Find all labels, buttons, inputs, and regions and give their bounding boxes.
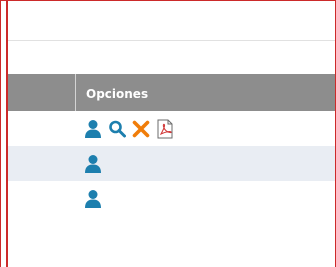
pdf-icon[interactable]: [156, 119, 174, 139]
search-icon[interactable]: [108, 119, 126, 139]
table-header: Opciones: [8, 74, 336, 111]
row-actions: [84, 154, 102, 174]
toolbar-divider: [8, 40, 336, 41]
results-table: Opciones: [8, 74, 336, 216]
table-row: [8, 111, 336, 146]
column-divider: [75, 74, 76, 111]
user-icon[interactable]: [84, 119, 102, 139]
user-icon[interactable]: [84, 154, 102, 174]
table-row: [8, 181, 336, 216]
user-icon[interactable]: [84, 189, 102, 209]
row-actions: [84, 189, 102, 209]
table-row: [8, 146, 336, 181]
delete-icon[interactable]: [132, 119, 150, 139]
column-header-options[interactable]: Opciones: [86, 74, 148, 111]
row-actions: [84, 119, 174, 139]
